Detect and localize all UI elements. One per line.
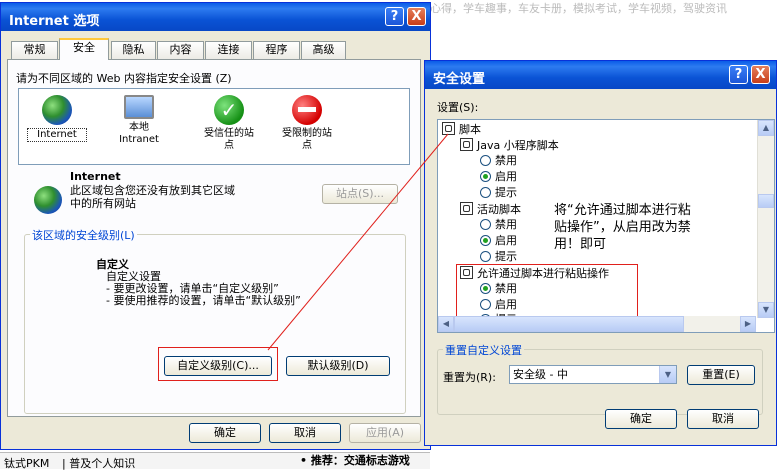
tab-security[interactable]: 安全 bbox=[59, 38, 109, 60]
connector-line bbox=[267, 133, 449, 351]
annotation-connector bbox=[267, 133, 449, 351]
